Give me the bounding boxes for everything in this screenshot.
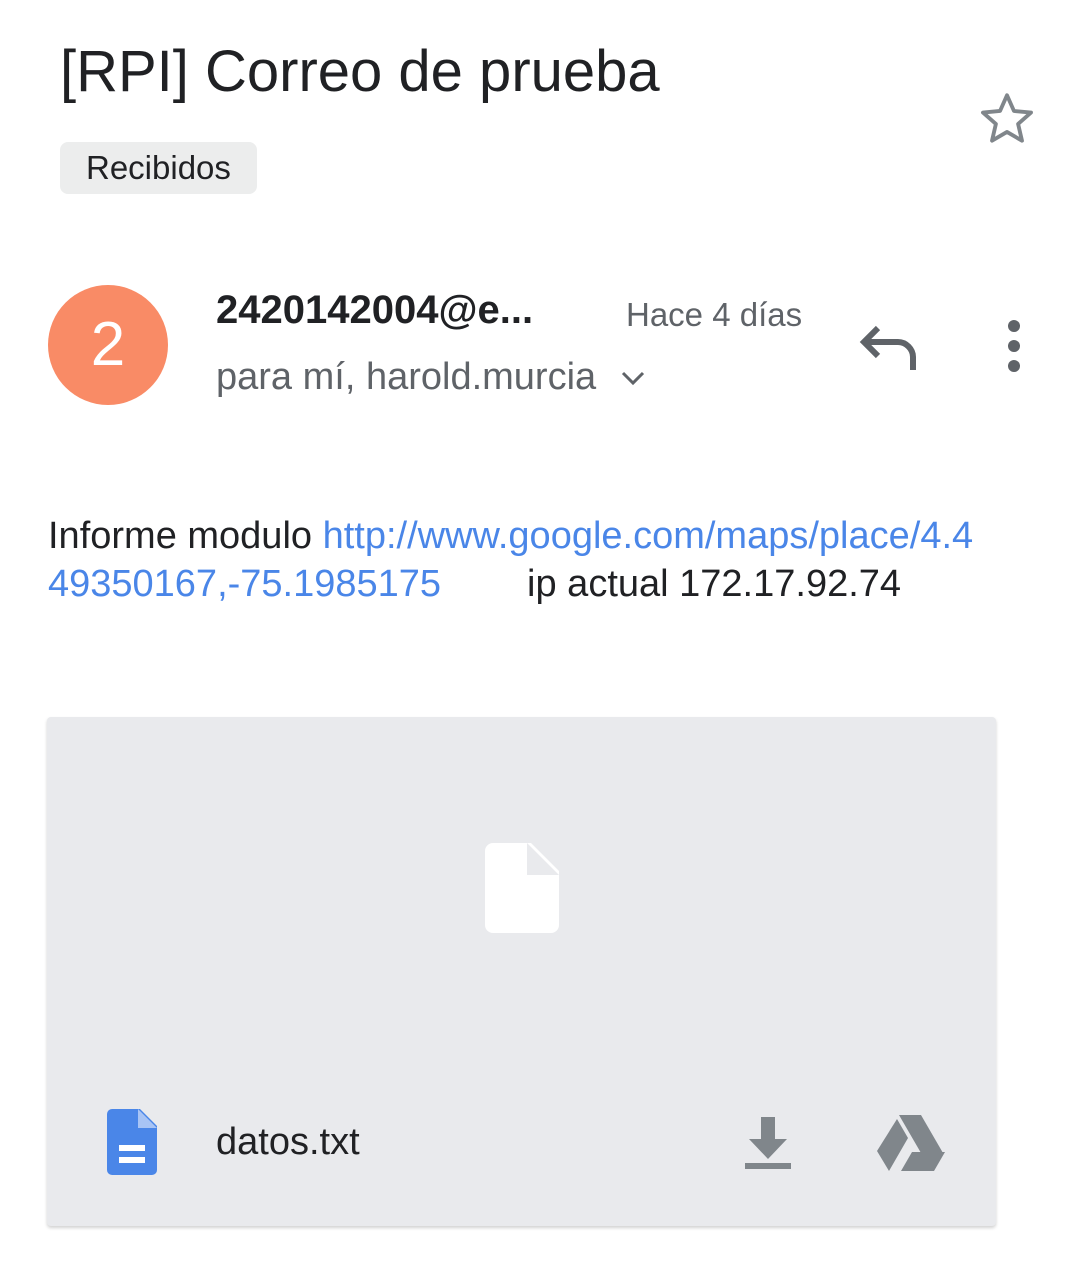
more-options-icon[interactable] bbox=[1000, 318, 1028, 374]
star-icon[interactable] bbox=[976, 88, 1038, 150]
attachment-filename: datos.txt bbox=[216, 1121, 360, 1163]
label-chip[interactable]: Recibidos bbox=[60, 142, 257, 194]
google-docs-icon bbox=[107, 1109, 157, 1175]
avatar[interactable]: 2 bbox=[48, 285, 168, 405]
sender-name[interactable]: 2420142004@e... bbox=[216, 288, 533, 333]
timestamp: Hace 4 días bbox=[626, 296, 803, 333]
drive-icon[interactable] bbox=[877, 1115, 945, 1171]
reply-icon[interactable] bbox=[858, 320, 920, 372]
download-icon[interactable] bbox=[743, 1115, 793, 1171]
email-subject: [RPI] Correo de prueba bbox=[60, 39, 660, 104]
attachment-card[interactable]: datos.txt bbox=[47, 717, 996, 1226]
email-body: Informe modulo http://www.google.com/map… bbox=[48, 512, 988, 608]
file-preview-icon bbox=[485, 843, 559, 933]
chevron-down-icon bbox=[622, 371, 645, 385]
ip-label: ip actual bbox=[527, 563, 669, 605]
body-text: Informe modulo bbox=[48, 515, 323, 557]
recipients-toggle[interactable]: para mí, harold.murcia bbox=[216, 356, 646, 399]
ip-value: 172.17.92.74 bbox=[679, 563, 902, 605]
recipients-text: para mí, harold.murcia bbox=[216, 356, 597, 398]
